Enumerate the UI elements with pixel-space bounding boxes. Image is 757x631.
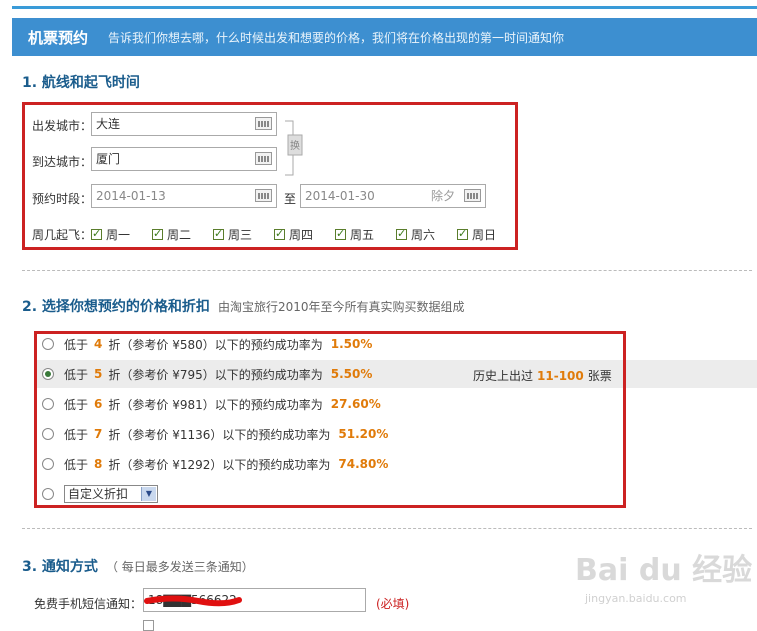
weekday-checkbox-tue[interactable]: 周二 (152, 226, 191, 243)
checkbox-checked-icon[interactable] (152, 227, 163, 240)
checkbox-checked-icon[interactable] (396, 227, 407, 240)
to-city-label: 到达城市： (32, 155, 93, 169)
weekday-label: 周几起飞： (32, 228, 93, 242)
price-options-highlight (34, 331, 626, 508)
required-mark: (必填) (376, 597, 410, 611)
weekday-checkbox-mon[interactable]: 周一 (91, 226, 130, 243)
to-city-value: 厦门 (96, 152, 121, 166)
section-3-title-text: 3. 通知方式 (22, 559, 98, 575)
page-header: 机票预约 告诉我们你想去哪，什么时候出发和想要的价格，我们将在价格出现的第一时间… (12, 18, 757, 56)
weekday-text: 周日 (472, 228, 497, 242)
weekday-checkbox-wed[interactable]: 周三 (213, 226, 252, 243)
weekday-text: 周二 (167, 228, 192, 242)
checkbox-checked-icon[interactable] (335, 227, 346, 240)
checkbox-checked-icon[interactable] (274, 227, 285, 240)
calendar-icon[interactable] (464, 189, 481, 202)
weekday-text: 周四 (289, 228, 314, 242)
end-date-value: 2014-01-30 (305, 189, 375, 203)
page-description: 告诉我们你想去哪，什么时候出发和想要的价格，我们将在价格出现的第一时间通知你 (108, 30, 565, 45)
section-divider (22, 528, 752, 529)
section-2-title: 2. 选择你想预约的价格和折扣 由淘宝旅行2010年至今所有真实购买数据组成 (22, 296, 464, 316)
weekday-text: 周六 (411, 228, 436, 242)
weekday-checkbox-sun[interactable]: 周日 (457, 226, 496, 243)
checkbox-checked-icon[interactable] (91, 227, 102, 240)
calendar-icon[interactable] (255, 189, 272, 202)
top-accent-line (12, 6, 757, 9)
weekday-checkbox-thu[interactable]: 周四 (274, 226, 313, 243)
section-2-subtitle: 由淘宝旅行2010年至今所有真实购买数据组成 (217, 300, 465, 314)
sms-label: 免费手机短信通知： (34, 597, 143, 611)
section-1-title: 1. 航线和起飞时间 (22, 75, 140, 91)
to-city-input[interactable]: 厦门 (91, 147, 277, 171)
start-date-value: 2014-01-13 (96, 189, 166, 203)
weekday-checkbox-fri[interactable]: 周五 (335, 226, 374, 243)
section-3-subtitle: （ 每日最多发送三条通知） (105, 560, 254, 574)
redaction-scribble (144, 595, 242, 607)
weekday-checkbox-sat[interactable]: 周六 (396, 226, 435, 243)
period-label: 预约时段： (32, 192, 93, 206)
from-city-input[interactable]: 大连 (91, 112, 277, 136)
weekday-text: 周五 (350, 228, 375, 242)
end-date-input[interactable]: 2014-01-30 除夕 (300, 184, 486, 208)
baidu-watermark-url: jingyan.baidu.com (585, 592, 687, 605)
to-word: 至 (284, 192, 297, 206)
page-title: 机票预约 (28, 28, 89, 47)
holiday-label: 除夕 (430, 189, 455, 203)
section-2-title-text: 2. 选择你想预约的价格和折扣 (22, 299, 210, 315)
swap-label: 换 (290, 139, 300, 152)
section-divider (22, 270, 752, 271)
start-date-input[interactable]: 2014-01-13 (91, 184, 277, 208)
from-city-value: 大连 (96, 117, 121, 131)
weekday-text: 周三 (228, 228, 253, 242)
city-picker-icon[interactable] (255, 117, 272, 130)
baidu-watermark: Bai du 经验 (575, 553, 753, 588)
checkbox-checked-icon[interactable] (457, 227, 468, 240)
checkbox-checked-icon[interactable] (213, 227, 224, 240)
from-city-label: 出发城市： (32, 119, 93, 133)
city-picker-icon[interactable] (255, 152, 272, 165)
section-3-title: 3. 通知方式 （ 每日最多发送三条通知） (22, 556, 254, 576)
weekday-text: 周一 (106, 228, 131, 242)
swap-cities-button[interactable]: 换 (283, 113, 303, 183)
